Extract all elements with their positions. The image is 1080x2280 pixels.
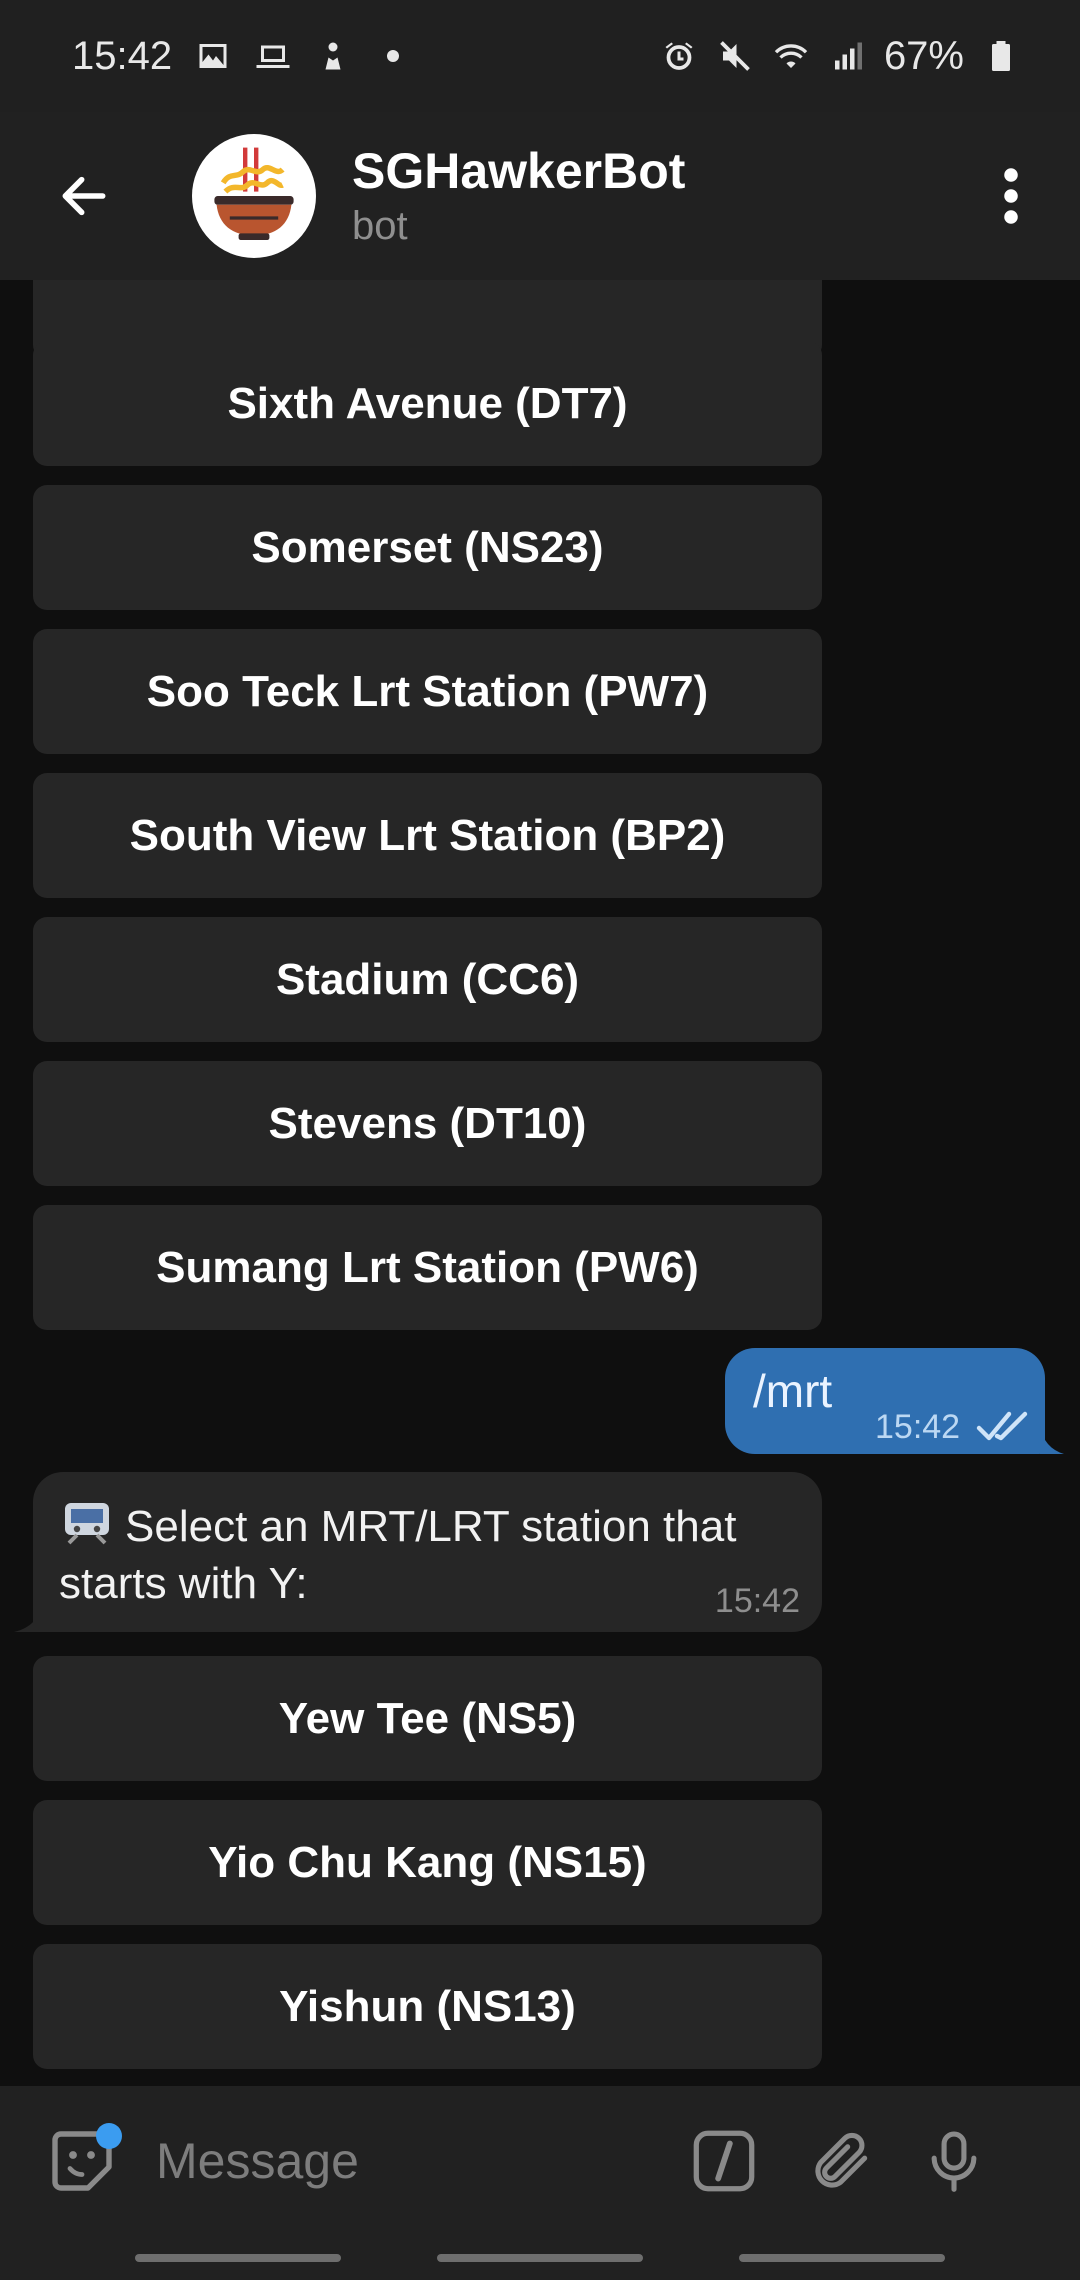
battery-icon (982, 37, 1020, 75)
wifi-icon (772, 37, 810, 75)
keyboard-button[interactable]: Yew Tee (NS5) (33, 1656, 822, 1781)
more-vertical-icon (1004, 168, 1018, 224)
keyboard-button[interactable]: Sumang Lrt Station (PW6) (33, 1205, 822, 1330)
microphone-icon (931, 2131, 977, 2192)
attach-button[interactable] (806, 2125, 878, 2197)
incoming-message-body: Select an MRT/LRT station that starts wi… (59, 1498, 799, 1612)
alarm-icon (660, 37, 698, 75)
back-button[interactable] (46, 158, 122, 234)
sticker-button[interactable] (42, 2121, 122, 2201)
status-right: 67% (660, 34, 1020, 79)
app-root: 15:42 67% SGHawkerBot bot Sixth Avenue (… (0, 0, 1080, 2280)
keyboard-button[interactable]: Yio Chu Kang (NS15) (33, 1800, 822, 1925)
slash-command-icon (693, 2130, 755, 2192)
status-left: 15:42 (72, 34, 412, 79)
nav-recent-handle[interactable] (135, 2254, 341, 2262)
keyboard-button[interactable]: South View Lrt Station (BP2) (33, 773, 822, 898)
message-input[interactable] (156, 2116, 656, 2206)
outgoing-message-time: 15:42 (875, 1408, 961, 1446)
keyboard-button[interactable]: Stevens (DT10) (33, 1061, 822, 1186)
keyboard-button[interactable]: Stadium (CC6) (33, 917, 822, 1042)
figure-icon (314, 37, 352, 75)
more-options-button[interactable] (986, 156, 1036, 236)
bot-commands-button[interactable] (688, 2125, 760, 2197)
incoming-message[interactable]: Select an MRT/LRT station that starts wi… (33, 1472, 822, 1632)
paperclip-icon (815, 2132, 868, 2188)
incoming-message-text: Select an MRT/LRT station that starts wi… (59, 1502, 737, 1608)
outgoing-message-text: /mrt (753, 1365, 833, 1417)
nav-home-handle[interactable] (437, 2254, 643, 2262)
incoming-message-time: 15:42 (714, 1582, 800, 1620)
laptop-icon (254, 37, 292, 75)
chat-header: SGHawkerBot bot (0, 112, 1080, 280)
message-input-bar (0, 2086, 1080, 2236)
outgoing-message[interactable]: /mrt 15:42 (725, 1348, 1045, 1454)
keyboard-button[interactable]: Somerset (NS23) (33, 485, 822, 610)
keyboard-button[interactable]: Yishun (NS13) (33, 1944, 822, 2069)
keyboard-button[interactable]: Soo Teck Lrt Station (PW7) (33, 629, 822, 754)
status-bar: 15:42 67% (0, 0, 1080, 112)
double-check-icon (976, 1411, 1028, 1441)
avatar[interactable] (192, 134, 316, 258)
status-time: 15:42 (72, 33, 173, 78)
arrow-left-icon (62, 176, 106, 216)
title-block[interactable]: SGHawkerBot bot (352, 141, 685, 251)
battery-percent: 67% (883, 33, 964, 78)
dot-icon (374, 37, 412, 75)
train-emoji-icon (65, 1503, 109, 1545)
outgoing-bubble-tail (1040, 1426, 1064, 1454)
keyboard-button[interactable]: Sixth Avenue (DT7) (33, 341, 822, 466)
chat-area[interactable]: Sixth Avenue (DT7) Somerset (NS23) Soo T… (0, 280, 1080, 2086)
nav-back-handle[interactable] (739, 2254, 945, 2262)
mute-icon (716, 37, 754, 75)
signal-icon (828, 37, 866, 75)
voice-message-button[interactable] (918, 2125, 990, 2197)
gallery-icon (194, 37, 232, 75)
chat-title: SGHawkerBot (352, 143, 686, 199)
system-nav-bar (0, 2236, 1080, 2280)
notification-dot (96, 2123, 122, 2149)
chat-subtitle: bot (352, 204, 408, 248)
noodle-bowl-icon (214, 147, 294, 240)
